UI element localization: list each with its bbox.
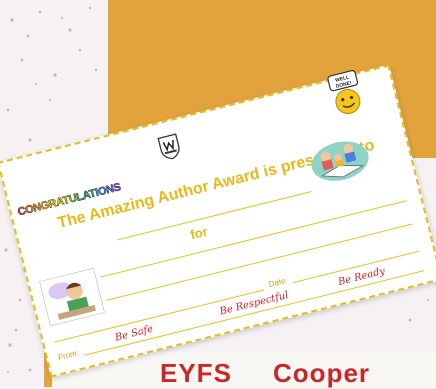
from-label: From: — [57, 348, 80, 363]
for-label: for — [188, 223, 210, 243]
boy-writing-illustration — [39, 267, 105, 327]
value-be-safe: Be Safe — [113, 323, 155, 344]
reason-line-2 — [105, 223, 413, 301]
children-reading-illustration — [311, 141, 369, 181]
date-label: Date: — [267, 275, 289, 289]
school-crest-icon — [157, 133, 180, 160]
footer-heading: EYFS Cooper — [160, 358, 371, 388]
